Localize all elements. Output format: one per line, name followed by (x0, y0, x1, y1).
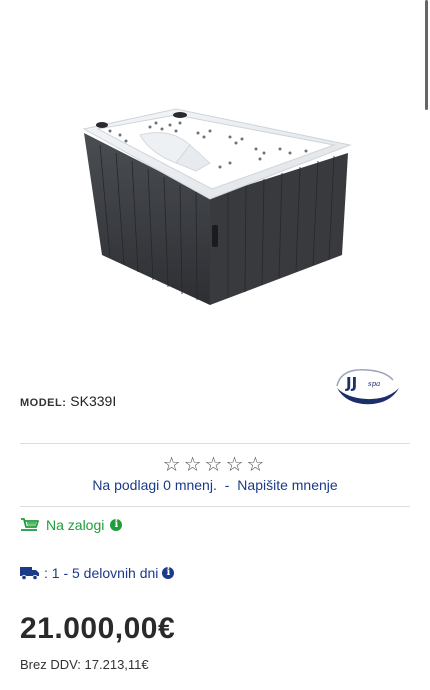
reviews-separator: - (224, 477, 230, 493)
reviews-row: Na podlagi 0 mnenj. - Napišite mnenje (0, 477, 430, 493)
delivery-text: : 1 - 5 delovnih dni (44, 565, 159, 581)
brand-logo-sub: spa (368, 380, 380, 388)
delivery-info: : 1 - 5 delovnih dni i (20, 565, 175, 581)
net-price-row: Brez DDV: 17.213,11€ (20, 657, 149, 672)
reviews-count-link[interactable]: Na podlagi 0 mnenj. (92, 477, 217, 493)
divider-bottom (20, 506, 410, 507)
net-price-label: Brez DDV: (20, 657, 81, 672)
net-price-value: 17.213,11€ (84, 657, 149, 672)
page-scrollbar[interactable] (425, 0, 428, 110)
model-row: MODEL: SK339I (20, 393, 116, 409)
brand-logo-text: JJ (345, 374, 357, 392)
delivery-info-icon[interactable]: i (162, 567, 175, 579)
stock-info-icon[interactable]: i (110, 519, 123, 531)
product-price: 21.000,00€ (20, 612, 176, 645)
stock-text: Na zalogi (46, 517, 105, 533)
cart-icon (21, 518, 39, 531)
stock-status: Na zalogi i (20, 517, 123, 533)
rating-stars[interactable]: ☆☆☆☆☆ (0, 452, 430, 477)
model-value: SK339I (70, 393, 117, 409)
write-review-link[interactable]: Napišite mnenje (237, 477, 337, 493)
truck-icon (20, 567, 39, 580)
model-label: MODEL: (20, 397, 67, 409)
brand-logo[interactable]: JJ spa (333, 366, 403, 412)
divider-top (20, 443, 410, 444)
product-image[interactable] (80, 105, 355, 310)
